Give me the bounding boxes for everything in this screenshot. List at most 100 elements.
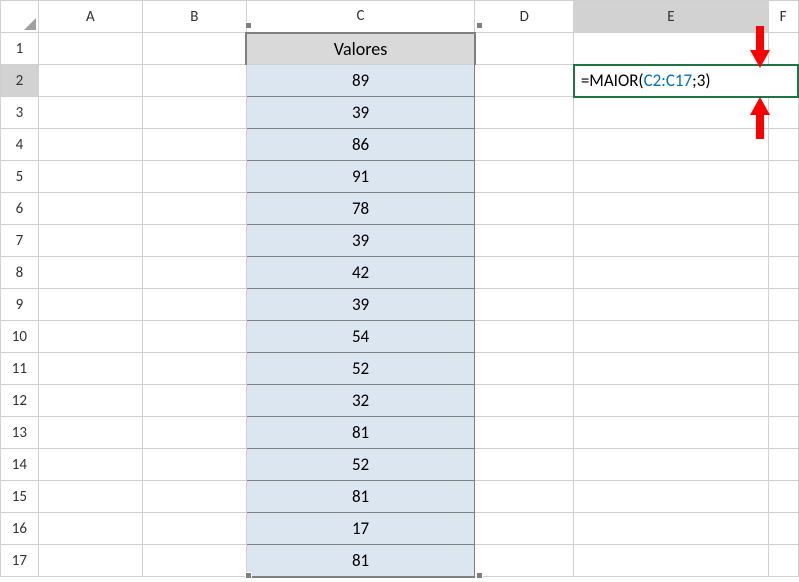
row-header-9[interactable]: 9: [1, 289, 39, 321]
cell-B2[interactable]: [142, 65, 246, 97]
cell-E3[interactable]: [574, 97, 768, 129]
row-header-8[interactable]: 8: [1, 257, 39, 289]
cell-D6[interactable]: [475, 193, 574, 225]
cell-C2[interactable]: 89: [246, 65, 474, 97]
cell-E11[interactable]: [574, 353, 768, 385]
cell-F13[interactable]: [768, 417, 798, 449]
cell-F5[interactable]: [768, 161, 798, 193]
cell-D11[interactable]: [475, 353, 574, 385]
cell-A1[interactable]: [38, 33, 142, 65]
cell-F14[interactable]: [768, 449, 798, 481]
cell-E5[interactable]: [574, 161, 768, 193]
cell-C5[interactable]: 91: [246, 161, 474, 193]
row-header-13[interactable]: 13: [1, 417, 39, 449]
cell-E10[interactable]: [574, 321, 768, 353]
cell-A4[interactable]: [38, 129, 142, 161]
cell-B13[interactable]: [142, 417, 246, 449]
cell-A11[interactable]: [38, 353, 142, 385]
cell-E2-formula[interactable]: =MAIOR(C2:C17;3): [574, 65, 798, 97]
row-header-6[interactable]: 6: [1, 193, 39, 225]
cell-D16[interactable]: [475, 513, 574, 545]
cell-A13[interactable]: [38, 417, 142, 449]
row-header-2[interactable]: 2: [1, 65, 39, 97]
cell-C4[interactable]: 86: [246, 129, 474, 161]
cell-E8[interactable]: [574, 257, 768, 289]
cell-D15[interactable]: [475, 481, 574, 513]
cell-D8[interactable]: [475, 257, 574, 289]
cell-C10[interactable]: 54: [246, 321, 474, 353]
cell-C3[interactable]: 39: [246, 97, 474, 129]
row-header-5[interactable]: 5: [1, 161, 39, 193]
cell-D12[interactable]: [475, 385, 574, 417]
row-header-10[interactable]: 10: [1, 321, 39, 353]
cell-B5[interactable]: [142, 161, 246, 193]
cell-F4[interactable]: [768, 129, 798, 161]
row-header-4[interactable]: 4: [1, 129, 39, 161]
cell-F16[interactable]: [768, 513, 798, 545]
cell-C11[interactable]: 52: [246, 353, 474, 385]
selection-handle-topleft[interactable]: [245, 22, 252, 29]
cell-B3[interactable]: [142, 97, 246, 129]
cell-D2[interactable]: [475, 65, 574, 97]
cell-D5[interactable]: [475, 161, 574, 193]
cell-A12[interactable]: [38, 385, 142, 417]
row-header-11[interactable]: 11: [1, 353, 39, 385]
cell-A10[interactable]: [38, 321, 142, 353]
cell-D10[interactable]: [475, 321, 574, 353]
cell-E6[interactable]: [574, 193, 768, 225]
cell-E7[interactable]: [574, 225, 768, 257]
cell-A15[interactable]: [38, 481, 142, 513]
cell-F8[interactable]: [768, 257, 798, 289]
cell-E16[interactable]: [574, 513, 768, 545]
cell-C17[interactable]: 81: [246, 545, 474, 577]
cell-C13[interactable]: 81: [246, 417, 474, 449]
cell-E4[interactable]: [574, 129, 768, 161]
cell-A2[interactable]: [38, 65, 142, 97]
row-header-12[interactable]: 12: [1, 385, 39, 417]
row-header-17[interactable]: 17: [1, 545, 39, 577]
cell-A17[interactable]: [38, 545, 142, 577]
cell-B4[interactable]: [142, 129, 246, 161]
cell-F11[interactable]: [768, 353, 798, 385]
cell-F10[interactable]: [768, 321, 798, 353]
row-header-15[interactable]: 15: [1, 481, 39, 513]
col-header-D[interactable]: D: [475, 1, 574, 33]
selection-handle-topright[interactable]: [476, 22, 483, 29]
cell-C7[interactable]: 39: [246, 225, 474, 257]
cell-F1[interactable]: [768, 33, 798, 65]
cell-D9[interactable]: [475, 289, 574, 321]
cell-B16[interactable]: [142, 513, 246, 545]
col-header-C[interactable]: C: [246, 1, 474, 33]
row-header-16[interactable]: 16: [1, 513, 39, 545]
col-header-B[interactable]: B: [142, 1, 246, 33]
cell-D14[interactable]: [475, 449, 574, 481]
cell-E14[interactable]: [574, 449, 768, 481]
cell-C14[interactable]: 52: [246, 449, 474, 481]
cell-A16[interactable]: [38, 513, 142, 545]
cell-D17[interactable]: [475, 545, 574, 577]
cell-D7[interactable]: [475, 225, 574, 257]
cell-E17[interactable]: [574, 545, 768, 577]
cell-D13[interactable]: [475, 417, 574, 449]
selection-handle-bottomleft[interactable]: [245, 572, 252, 579]
cell-A14[interactable]: [38, 449, 142, 481]
cell-B1[interactable]: [142, 33, 246, 65]
cell-E13[interactable]: [574, 417, 768, 449]
selection-handle-bottomright[interactable]: [476, 572, 483, 579]
cell-C1[interactable]: Valores: [246, 33, 474, 65]
cell-B12[interactable]: [142, 385, 246, 417]
cell-B10[interactable]: [142, 321, 246, 353]
row-header-14[interactable]: 14: [1, 449, 39, 481]
cell-C12[interactable]: 32: [246, 385, 474, 417]
cell-C15[interactable]: 81: [246, 481, 474, 513]
cell-A7[interactable]: [38, 225, 142, 257]
cell-B7[interactable]: [142, 225, 246, 257]
row-header-3[interactable]: 3: [1, 97, 39, 129]
cell-E15[interactable]: [574, 481, 768, 513]
cell-D4[interactable]: [475, 129, 574, 161]
cell-A9[interactable]: [38, 289, 142, 321]
cell-F12[interactable]: [768, 385, 798, 417]
cell-D1[interactable]: [475, 33, 574, 65]
row-header-1[interactable]: 1: [1, 33, 39, 65]
spreadsheet-grid[interactable]: A B C D E F 1 Valores 2 89 =MAIOR(C2:C17…: [0, 0, 799, 578]
